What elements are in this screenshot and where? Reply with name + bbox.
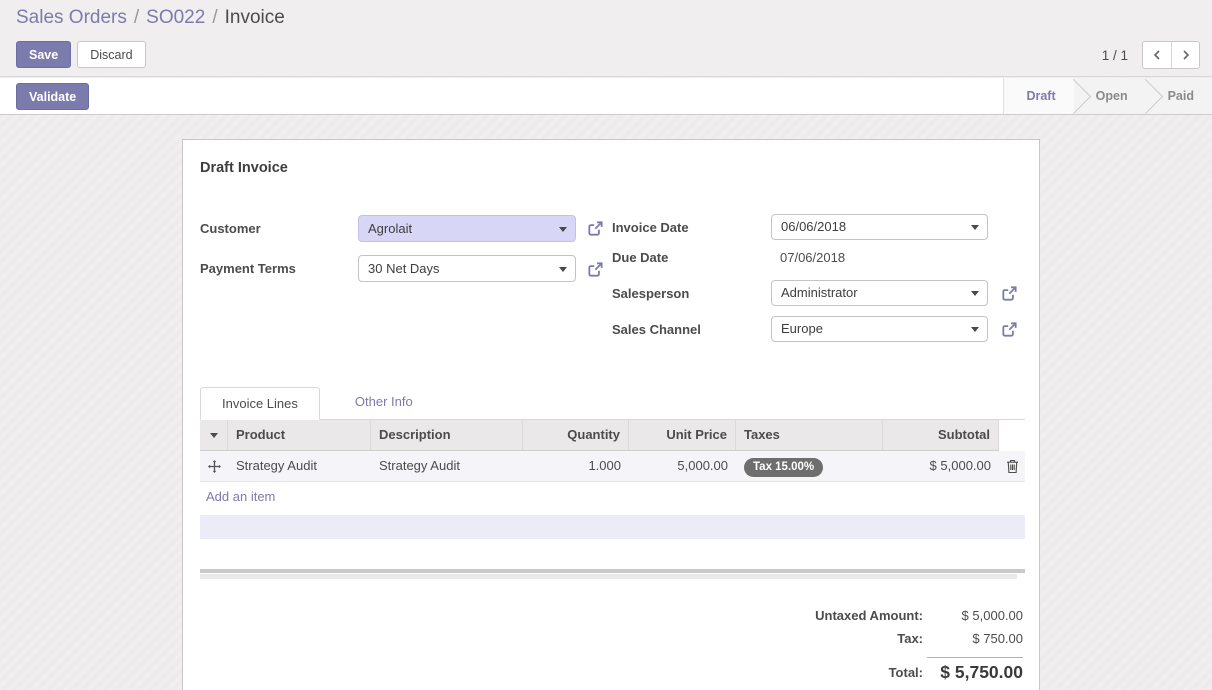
invoice-form-page: Sales Orders/SO022/Invoice Save Discard … <box>0 0 1212 690</box>
column-header-actions <box>999 420 1025 451</box>
dropdown-caret-icon <box>971 327 979 332</box>
sales-channel-external-link-button[interactable] <box>999 319 1019 339</box>
tax-value: $ 750.00 <box>923 631 1023 646</box>
pager-counter: 1 / 1 <box>1102 48 1128 63</box>
column-header-unit-price: Unit Price <box>629 420 736 450</box>
tab-invoice-lines[interactable]: Invoice Lines <box>200 387 320 420</box>
tax-badge: Tax 15.00% <box>744 458 823 477</box>
dropdown-caret-icon <box>971 291 979 296</box>
validate-button[interactable]: Validate <box>16 83 89 110</box>
control-panel: Sales Orders/SO022/Invoice Save Discard … <box>0 0 1212 77</box>
due-date-value: 07/06/2018 <box>780 250 845 265</box>
untaxed-amount-row: Untaxed Amount: $ 5,000.00 <box>703 608 1023 631</box>
dropdown-caret-icon <box>559 267 567 272</box>
breadcrumb-so022[interactable]: SO022 <box>146 7 205 28</box>
payment-terms-label: Payment Terms <box>200 261 296 276</box>
external-link-icon <box>1001 285 1018 302</box>
dropdown-caret-icon <box>559 227 567 232</box>
untaxed-amount-label: Untaxed Amount: <box>815 608 923 623</box>
total-row: Total: $ 5,750.00 <box>703 658 1023 686</box>
sheet-title: Draft Invoice <box>200 160 288 176</box>
total-label: Total: <box>889 665 923 680</box>
customer-external-link-button[interactable] <box>585 218 605 238</box>
breadcrumb-separator: / <box>205 7 224 28</box>
breadcrumb-sales-orders[interactable]: Sales Orders <box>16 7 127 28</box>
external-link-icon <box>1001 321 1018 338</box>
save-button[interactable]: Save <box>16 41 71 68</box>
cell-description[interactable]: Strategy Audit <box>371 451 523 481</box>
cell-quantity[interactable]: 1.000 <box>523 451 629 481</box>
caret-down-icon <box>210 433 218 438</box>
column-options-toggle[interactable] <box>200 420 228 450</box>
form-buttons: Save Discard <box>16 41 146 68</box>
column-header-taxes: Taxes <box>736 420 883 450</box>
totals-block: Untaxed Amount: $ 5,000.00 Tax: $ 750.00… <box>703 608 1023 686</box>
scrollbar-thumb[interactable] <box>200 569 1025 573</box>
payment-terms-select[interactable]: 30 Net Days <box>358 255 576 282</box>
external-link-icon <box>587 261 604 278</box>
due-date-label: Due Date <box>612 250 668 265</box>
pager: 1 / 1 <box>1102 41 1200 69</box>
invoice-sheet: Draft Invoice Customer Agrolait Payment … <box>182 139 1040 690</box>
drag-handle[interactable] <box>200 451 228 481</box>
dropdown-caret-icon <box>971 225 979 230</box>
notebook-tabs: Invoice Lines Other Info <box>200 387 1025 420</box>
untaxed-amount-value: $ 5,000.00 <box>923 608 1023 623</box>
breadcrumb-current-invoice: Invoice <box>225 7 285 28</box>
breadcrumb-separator: / <box>127 7 146 28</box>
invoice-line-row[interactable]: Strategy Audit Strategy Audit 1.000 5,00… <box>200 451 1025 482</box>
add-item-row: Add an item <box>200 482 1025 512</box>
tax-label: Tax: <box>897 631 923 646</box>
action-bar: Validate Draft Open Paid <box>0 78 1212 115</box>
column-header-quantity: Quantity <box>523 420 629 450</box>
move-icon <box>208 460 221 473</box>
chevron-right-icon <box>1181 49 1191 61</box>
chevron-left-icon <box>1152 49 1162 61</box>
cell-product[interactable]: Strategy Audit <box>228 451 371 481</box>
sales-channel-label: Sales Channel <box>612 322 701 337</box>
cell-unit-price[interactable]: 5,000.00 <box>629 451 736 481</box>
salesperson-select[interactable]: Administrator <box>771 280 988 306</box>
invoice-lines-header: Product Description Quantity Unit Price … <box>200 420 1025 451</box>
cell-taxes[interactable]: Tax 15.00% <box>736 451 883 481</box>
add-an-item-link[interactable]: Add an item <box>206 489 275 504</box>
total-value: $ 5,750.00 <box>923 662 1023 683</box>
discard-button[interactable]: Discard <box>77 41 145 68</box>
external-link-icon <box>587 220 604 237</box>
statusbar: Draft Open Paid <box>1003 78 1212 114</box>
breadcrumb: Sales Orders/SO022/Invoice <box>16 7 285 29</box>
customer-label: Customer <box>200 221 261 236</box>
tax-row: Tax: $ 750.00 <box>703 631 1023 654</box>
status-step-draft[interactable]: Draft <box>1004 78 1073 114</box>
trash-icon <box>1006 459 1019 474</box>
pager-previous-button[interactable] <box>1143 42 1171 68</box>
pager-next-button[interactable] <box>1171 42 1199 68</box>
horizontal-scrollbar[interactable] <box>200 569 1025 579</box>
delete-line-button[interactable] <box>999 451 1025 481</box>
invoice-date-select[interactable]: 06/06/2018 <box>771 214 988 240</box>
customer-select[interactable]: Agrolait <box>358 215 576 242</box>
tab-other-info[interactable]: Other Info <box>334 386 434 419</box>
pager-buttons <box>1142 41 1200 69</box>
sales-channel-select[interactable]: Europe <box>771 316 988 342</box>
column-header-description: Description <box>371 420 523 450</box>
column-header-subtotal: Subtotal <box>883 420 999 450</box>
payment-terms-external-link-button[interactable] <box>585 259 605 279</box>
invoice-date-label: Invoice Date <box>612 220 689 235</box>
cell-subtotal: $ 5,000.00 <box>883 451 999 481</box>
salesperson-external-link-button[interactable] <box>999 283 1019 303</box>
empty-line-stripe <box>200 515 1025 539</box>
scrollbar-track <box>200 574 1017 579</box>
column-header-product: Product <box>228 420 371 450</box>
salesperson-label: Salesperson <box>612 286 689 301</box>
